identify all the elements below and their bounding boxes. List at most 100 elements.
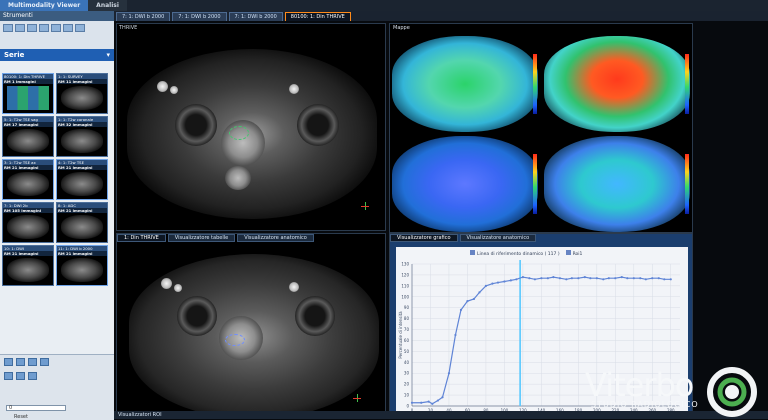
series-count: RM 21 immagini — [57, 208, 107, 213]
series-preview — [7, 258, 49, 282]
data-point — [577, 277, 580, 280]
thrive-viewport[interactable]: THRIVE — [116, 23, 386, 231]
series-thumb-8[interactable]: 10: 1: DWI RM 21 immagini — [2, 245, 54, 286]
settings-icon[interactable] — [40, 358, 49, 366]
roi-contour[interactable] — [229, 126, 249, 140]
series-thumb-3[interactable]: 1: 1: T2w coronale RM 32 immagini — [56, 116, 108, 157]
data-point — [589, 277, 592, 280]
colorbar — [685, 154, 689, 214]
series-thumb-7[interactable]: 8: 1: ADC RM 21 immagini — [56, 202, 108, 243]
series-thumb-4[interactable]: 3: 1: T2w TSE ax RM 21 immagini — [2, 159, 54, 200]
data-point — [484, 284, 488, 287]
y-tick-label: 100 — [401, 294, 409, 299]
sync-icon[interactable] — [27, 24, 37, 32]
window-level-icon[interactable] — [63, 24, 73, 32]
series-thumb-5[interactable]: 4: 1: T2w TSE RM 21 immagini — [56, 159, 108, 200]
y-tick-label: 130 — [401, 262, 409, 267]
roi-contour[interactable] — [225, 334, 245, 346]
tab-din-thrive[interactable]: 1: Din THRIVE — [117, 234, 166, 242]
right-femoral-head — [295, 296, 335, 336]
zoom-icon[interactable] — [51, 24, 61, 32]
data-point — [626, 277, 629, 280]
y-tick-label: 20 — [404, 382, 410, 387]
save-icon[interactable] — [4, 358, 13, 366]
tab-table-viewer[interactable]: Visualizzatore tabelle — [167, 234, 236, 242]
series-thumb-2[interactable]: 5: 1: T2w TSE sag RM 17 immagini — [2, 116, 54, 157]
export-icon[interactable] — [16, 358, 25, 366]
data-point — [614, 277, 617, 280]
reset-button[interactable]: Reset — [14, 414, 28, 420]
pan-icon[interactable] — [39, 24, 49, 32]
y-tick-label: 70 — [404, 327, 410, 332]
series-preview — [7, 172, 49, 196]
opacity-slider[interactable]: 0 — [6, 405, 66, 411]
series-preview — [61, 215, 103, 239]
viewer-tab-0[interactable]: 7: 1: DWI b 2000 — [116, 12, 171, 21]
tab-multimodality-viewer[interactable]: Multimodality Viewer — [0, 0, 89, 11]
pencil-icon[interactable] — [4, 372, 13, 380]
data-point — [472, 297, 476, 301]
orientation-axis — [353, 398, 361, 399]
measure-icon[interactable] — [75, 24, 85, 32]
maps-viewport[interactable]: Mappe — [389, 23, 693, 233]
chevron-down-icon[interactable]: ▾ — [106, 49, 110, 61]
y-tick-label: 60 — [404, 338, 410, 343]
series-count: RM 105 immagini — [3, 208, 53, 213]
viewer-tab-2[interactable]: 7: 1: DWI b 2000 — [228, 12, 283, 21]
tab-analisi[interactable]: Analisi — [88, 0, 127, 11]
series-preview — [7, 86, 49, 110]
series-count: RM 17 immagini — [3, 122, 53, 127]
series-count: RM 21 immagini — [57, 165, 107, 170]
roi-icon[interactable] — [28, 372, 37, 380]
y-tick-label: 50 — [404, 349, 410, 354]
print-icon[interactable] — [28, 358, 37, 366]
ruler-icon[interactable] — [16, 372, 25, 380]
tab-anatomic-viewer[interactable]: Visualizzatore anatomico — [237, 234, 314, 242]
data-point — [454, 333, 457, 337]
y-tick-label: 110 — [401, 283, 409, 288]
y-tick-label: 90 — [404, 305, 410, 310]
series-header[interactable]: Serie ▾ — [0, 49, 114, 61]
data-point — [533, 278, 537, 281]
series-preview — [61, 172, 103, 196]
y-tick-label: 10 — [404, 393, 410, 398]
data-point — [466, 300, 469, 303]
logo-icon — [707, 367, 757, 417]
toolbar — [0, 21, 114, 49]
data-point — [459, 308, 463, 311]
data-point — [503, 280, 506, 283]
y-tick-label: 30 — [404, 371, 410, 376]
series-thumb-0[interactable]: 80100: 1: Din THRIVE RM 1 immagini — [2, 73, 54, 114]
series-count: RM 21 immagini — [57, 251, 107, 256]
data-point — [565, 278, 568, 281]
vessel — [289, 282, 299, 292]
din-thrive-viewport[interactable]: 1: Din THRIVE Visualizzatore tabelle Vis… — [116, 233, 386, 419]
y-axis-label: Percentuale di intensità — [398, 311, 403, 359]
data-point — [420, 401, 423, 404]
watermark-subtitle: STUDIO RADIOLOGICO — [591, 400, 699, 409]
data-point — [447, 372, 451, 375]
vessel — [161, 278, 172, 289]
map-bottom-left — [392, 136, 538, 232]
data-point — [607, 277, 610, 280]
tools-footer: 0 Reset — [0, 354, 114, 420]
data-point — [602, 278, 605, 281]
viewer-area: 7: 1: DWI b 2000 7: 1: DWI b 2000 7: 1: … — [114, 11, 768, 420]
series-thumb-9[interactable]: 11: 1: DWI b 2000 RM 21 immagini — [56, 245, 108, 286]
data-point — [496, 281, 500, 284]
series-preview — [7, 215, 49, 239]
data-point — [491, 282, 494, 285]
layout-icon[interactable] — [3, 24, 13, 32]
data-point — [528, 277, 531, 280]
series-preview — [61, 86, 103, 110]
roi-viewers-bar: Visualizzatori ROI — [114, 411, 768, 419]
tools-panel-title: Strumenti — [0, 11, 114, 21]
grid-icon[interactable] — [15, 24, 25, 32]
series-thumb-6[interactable]: 7: 1: DWI 2b RM 105 immagini — [2, 202, 54, 243]
series-preview — [61, 258, 103, 282]
series-thumb-1[interactable]: 1: 1: SURVEY RM 11 immagini — [56, 73, 108, 114]
colorbar — [533, 154, 537, 214]
series-count: RM 1 immagini — [3, 79, 53, 84]
viewer-tab-thrive[interactable]: 80100: 1: Din THRIVE — [284, 12, 351, 21]
viewer-tab-1[interactable]: 7: 1: DWI b 2000 — [172, 12, 227, 21]
